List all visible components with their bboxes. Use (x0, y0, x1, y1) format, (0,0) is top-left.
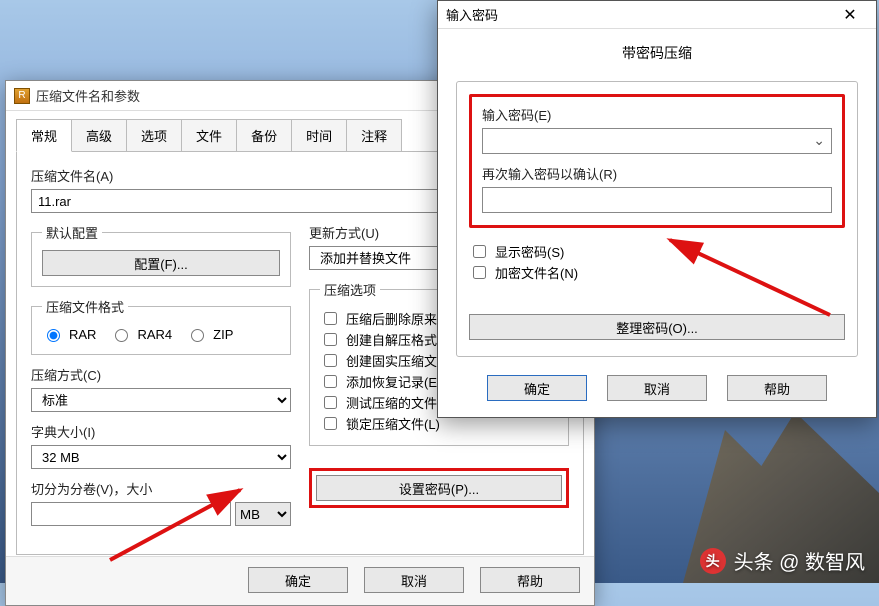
pwd-input-highlight: 输入密码(E) 再次输入密码以确认(R) (469, 94, 845, 228)
tab-comment[interactable]: 注释 (346, 119, 402, 152)
format-rar[interactable]: RAR (42, 326, 96, 342)
pwd-button-bar: 确定 取消 帮助 (456, 375, 858, 401)
pwd-title-bar[interactable]: 输入密码 ✕ (438, 1, 876, 29)
show-password-checkbox[interactable]: 显示密码(S) (469, 242, 845, 261)
method-label: 压缩方式(C) (31, 365, 291, 384)
tab-files[interactable]: 文件 (181, 119, 237, 152)
main-help-button[interactable]: 帮助 (480, 567, 580, 593)
organize-passwords-button[interactable]: 整理密码(O)... (469, 314, 845, 340)
dict-label: 字典大小(I) (31, 422, 291, 441)
method-select[interactable]: 标准 (31, 388, 291, 412)
watermark: 头 头条 @ 数智风 (700, 546, 865, 575)
pwd-enter-combo[interactable] (482, 128, 832, 154)
set-password-highlight: 设置密码(P)... (309, 468, 569, 508)
profile-button[interactable]: 配置(F)... (42, 250, 280, 276)
watermark-logo-icon: 头 (700, 548, 726, 574)
format-rar4[interactable]: RAR4 (110, 326, 172, 342)
tab-advanced[interactable]: 高级 (71, 119, 127, 152)
close-icon[interactable]: ✕ (832, 4, 868, 26)
pwd-enter-input[interactable] (489, 129, 807, 153)
split-label: 切分为分卷(V)，大小 (31, 479, 291, 498)
pwd-frame: 输入密码(E) 再次输入密码以确认(R) 显示密码(S) 加密文件名(N) 整理… (456, 81, 858, 357)
pwd-window-title: 输入密码 (446, 5, 498, 24)
compress-options-label: 压缩选项 (320, 280, 380, 299)
default-profile-label: 默认配置 (42, 223, 102, 242)
main-ok-button[interactable]: 确定 (248, 567, 348, 593)
format-label: 压缩文件格式 (42, 297, 128, 316)
pwd-confirm-label: 再次输入密码以确认(R) (482, 164, 832, 183)
main-dialog-button-bar: 确定 取消 帮助 (6, 556, 594, 605)
tab-time[interactable]: 时间 (291, 119, 347, 152)
encrypt-names-checkbox[interactable]: 加密文件名(N) (469, 263, 845, 282)
pwd-help-button[interactable]: 帮助 (727, 375, 827, 401)
tab-backup[interactable]: 备份 (236, 119, 292, 152)
dialog-title: 压缩文件名和参数 (36, 86, 140, 105)
tab-general[interactable]: 常规 (16, 119, 72, 152)
pwd-confirm-input[interactable] (482, 187, 832, 213)
tab-options[interactable]: 选项 (126, 119, 182, 152)
format-zip[interactable]: ZIP (186, 326, 233, 342)
split-unit-select[interactable]: MB (235, 502, 291, 526)
winrar-icon: R (14, 88, 30, 104)
watermark-text: 头条 @ 数智风 (734, 546, 865, 575)
main-cancel-button[interactable]: 取消 (364, 567, 464, 593)
set-password-button[interactable]: 设置密码(P)... (316, 475, 562, 501)
pwd-heading: 带密码压缩 (456, 43, 858, 63)
pwd-ok-button[interactable]: 确定 (487, 375, 587, 401)
dict-select[interactable]: 32 MB (31, 445, 291, 469)
pwd-cancel-button[interactable]: 取消 (607, 375, 707, 401)
password-dialog: 输入密码 ✕ 带密码压缩 输入密码(E) 再次输入密码以确认(R) 显示密码(S… (437, 0, 877, 418)
split-size-input[interactable] (31, 502, 231, 526)
pwd-enter-label: 输入密码(E) (482, 105, 832, 124)
